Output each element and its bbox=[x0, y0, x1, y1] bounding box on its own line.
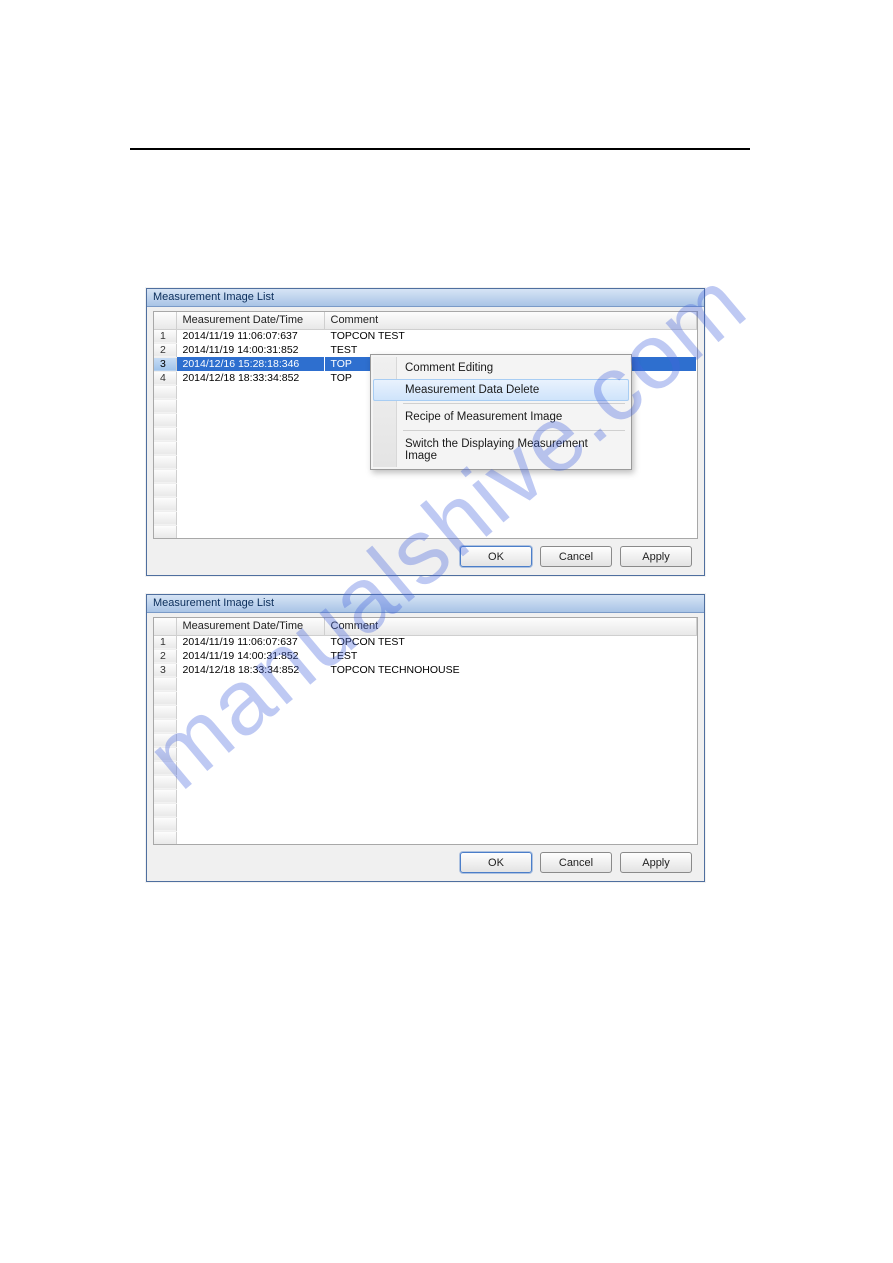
cancel-button[interactable]: Cancel bbox=[540, 546, 612, 567]
dialog-title: Measurement Image List bbox=[147, 289, 704, 307]
apply-button[interactable]: Apply bbox=[620, 852, 692, 873]
table-row-empty: . bbox=[154, 747, 697, 761]
cell-date: 2014/12/18 18:33:34:852 bbox=[176, 663, 324, 677]
table-row-empty: . bbox=[154, 705, 697, 719]
image-list-table: Measurement Date/Time Comment 1 2014/11/… bbox=[154, 618, 697, 845]
apply-button[interactable]: Apply bbox=[620, 546, 692, 567]
cell-comment: TOPCON TEST bbox=[324, 329, 697, 343]
cell-date: 2014/12/18 18:33:34:852 bbox=[176, 371, 324, 385]
cell-rownum: 1 bbox=[154, 329, 176, 343]
col-header-rownum[interactable] bbox=[154, 618, 176, 635]
dialog-button-row: OK Cancel Apply bbox=[460, 546, 692, 567]
menu-separator bbox=[403, 403, 625, 404]
menu-item-recipe-measurement-image[interactable]: Recipe of Measurement Image bbox=[373, 406, 629, 428]
table-row[interactable]: 3 2014/12/18 18:33:34:852 TOPCON TECHNOH… bbox=[154, 663, 697, 677]
table-row-empty: . bbox=[154, 469, 697, 483]
table-row-empty: . bbox=[154, 775, 697, 789]
table-row-empty: . bbox=[154, 483, 697, 497]
table-row[interactable]: 1 2014/11/19 11:06:07:637 TOPCON TEST bbox=[154, 329, 697, 343]
cell-date: 2014/11/19 14:00:31:852 bbox=[176, 343, 324, 357]
ok-button[interactable]: OK bbox=[460, 546, 532, 567]
cell-rownum: 2 bbox=[154, 649, 176, 663]
menu-separator bbox=[403, 430, 625, 431]
cell-comment: TOPCON TECHNOHOUSE bbox=[324, 663, 697, 677]
table-row-empty: . bbox=[154, 719, 697, 733]
table-row-empty: . bbox=[154, 525, 697, 539]
menu-item-measurement-data-delete[interactable]: Measurement Data Delete bbox=[373, 379, 629, 401]
dialog-button-row: OK Cancel Apply bbox=[460, 852, 692, 873]
cell-comment: TEST bbox=[324, 649, 697, 663]
ok-button[interactable]: OK bbox=[460, 852, 532, 873]
cell-rownum: 3 bbox=[154, 663, 176, 677]
cell-rownum: 3 bbox=[154, 357, 176, 371]
col-header-comment[interactable]: Comment bbox=[324, 312, 697, 329]
context-menu[interactable]: Comment Editing Measurement Data Delete … bbox=[370, 354, 632, 470]
table-row-empty: . bbox=[154, 733, 697, 747]
cell-date: 2014/11/19 11:06:07:637 bbox=[176, 635, 324, 649]
table-row[interactable]: 2 2014/11/19 14:00:31:852 TEST bbox=[154, 649, 697, 663]
table-row[interactable]: 1 2014/11/19 11:06:07:637 TOPCON TEST bbox=[154, 635, 697, 649]
col-header-rownum[interactable] bbox=[154, 312, 176, 329]
table-row-empty: . bbox=[154, 789, 697, 803]
cell-rownum: 4 bbox=[154, 371, 176, 385]
image-list-table-wrap[interactable]: Measurement Date/Time Comment 1 2014/11/… bbox=[153, 617, 698, 845]
table-row-empty: . bbox=[154, 803, 697, 817]
table-row-empty: . bbox=[154, 677, 697, 691]
measurement-image-list-dialog-bottom: Measurement Image List Measurement Date/… bbox=[146, 594, 705, 882]
dialog-title: Measurement Image List bbox=[147, 595, 704, 613]
page-horizontal-rule bbox=[130, 148, 750, 150]
table-row-empty: . bbox=[154, 691, 697, 705]
col-header-date[interactable]: Measurement Date/Time bbox=[176, 312, 324, 329]
table-row-empty: . bbox=[154, 511, 697, 525]
table-row-empty: . bbox=[154, 817, 697, 831]
menu-item-switch-displaying-image[interactable]: Switch the Displaying Measurement Image bbox=[373, 433, 629, 467]
table-row-empty: . bbox=[154, 761, 697, 775]
cell-date: 2014/12/16 15:28:18:346 bbox=[176, 357, 324, 371]
cancel-button[interactable]: Cancel bbox=[540, 852, 612, 873]
cell-date: 2014/11/19 11:06:07:637 bbox=[176, 329, 324, 343]
table-row-empty: . bbox=[154, 497, 697, 511]
menu-item-comment-editing[interactable]: Comment Editing bbox=[373, 357, 629, 379]
cell-rownum: 2 bbox=[154, 343, 176, 357]
cell-rownum: 1 bbox=[154, 635, 176, 649]
table-row-empty: . bbox=[154, 831, 697, 845]
col-header-comment[interactable]: Comment bbox=[324, 618, 697, 635]
dialog-body: Measurement Date/Time Comment 1 2014/11/… bbox=[147, 613, 704, 845]
cell-comment: TOPCON TEST bbox=[324, 635, 697, 649]
col-header-date[interactable]: Measurement Date/Time bbox=[176, 618, 324, 635]
cell-date: 2014/11/19 14:00:31:852 bbox=[176, 649, 324, 663]
